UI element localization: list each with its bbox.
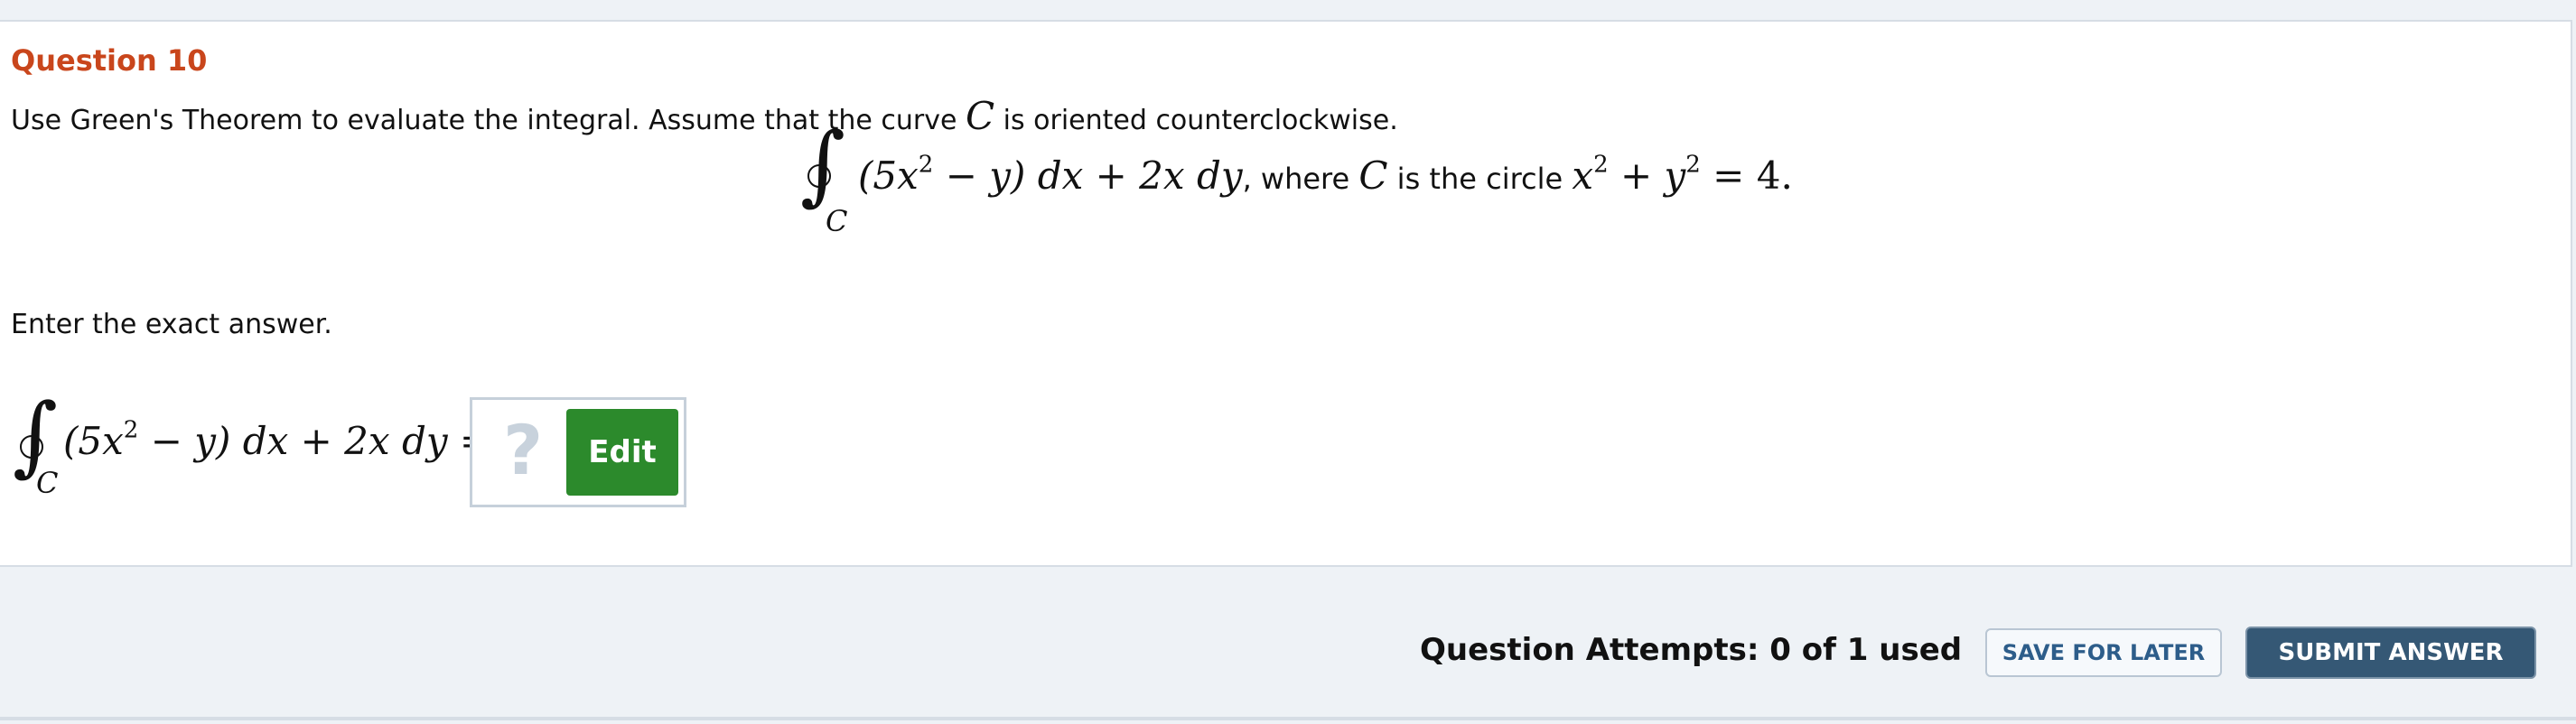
answer-instruction: Enter the exact answer. [11, 309, 332, 340]
question-page: Question 10 Use Green's Theorem to evalu… [0, 0, 2576, 724]
question-attempts-text: Question Attempts: 0 of 1 used [1420, 632, 1963, 668]
submit-answer-button[interactable]: SUBMIT ANSWER [2245, 627, 2536, 679]
answer-lhs-text: (5x2 − y) dx + 2x dy = [63, 416, 492, 463]
edit-answer-button[interactable]: Edit [566, 409, 678, 496]
answer-integrand-close: − y) dx + 2x dy = [138, 419, 492, 463]
display-equation-text: (5x2 − y) dx + 2x dy, where C is the cir… [858, 153, 1793, 198]
integrand-close: − y) dx + 2x dy [933, 153, 1243, 198]
circle-plus: + [1608, 153, 1665, 198]
integrand-open: (5x [858, 153, 919, 198]
question-title: Question 10 [11, 43, 208, 78]
circle-y: y [1664, 153, 1686, 198]
integral-subscript: C [826, 204, 848, 238]
circle-rhs: = 4. [1700, 153, 1793, 198]
answer-integrand-open: (5x [63, 419, 124, 463]
answer-integrand-exponent: 2 [123, 416, 139, 444]
top-strip [0, 0, 2576, 20]
display-integral: ∫ C (5x2 − y) dx + 2x dy, where C is the… [793, 121, 1877, 244]
contour-ring-icon [807, 164, 831, 188]
where-text: , where [1242, 162, 1359, 196]
circle-text: is the circle [1387, 162, 1573, 196]
answer-placeholder-icon: ? [503, 410, 544, 490]
answer-input-box[interactable]: ? Edit [470, 397, 686, 507]
answer-integral-subscript: C [36, 466, 59, 500]
save-for-later-button[interactable]: SAVE FOR LATER [1985, 628, 2222, 677]
circle-x: x [1572, 153, 1594, 198]
circle-y-exponent: 2 [1685, 151, 1701, 179]
where-variable: C [1358, 153, 1388, 198]
circle-x-exponent: 2 [1593, 151, 1609, 179]
bottom-divider [0, 717, 2576, 720]
answer-contour-ring-icon [20, 435, 43, 459]
integrand-exponent: 2 [918, 151, 934, 179]
